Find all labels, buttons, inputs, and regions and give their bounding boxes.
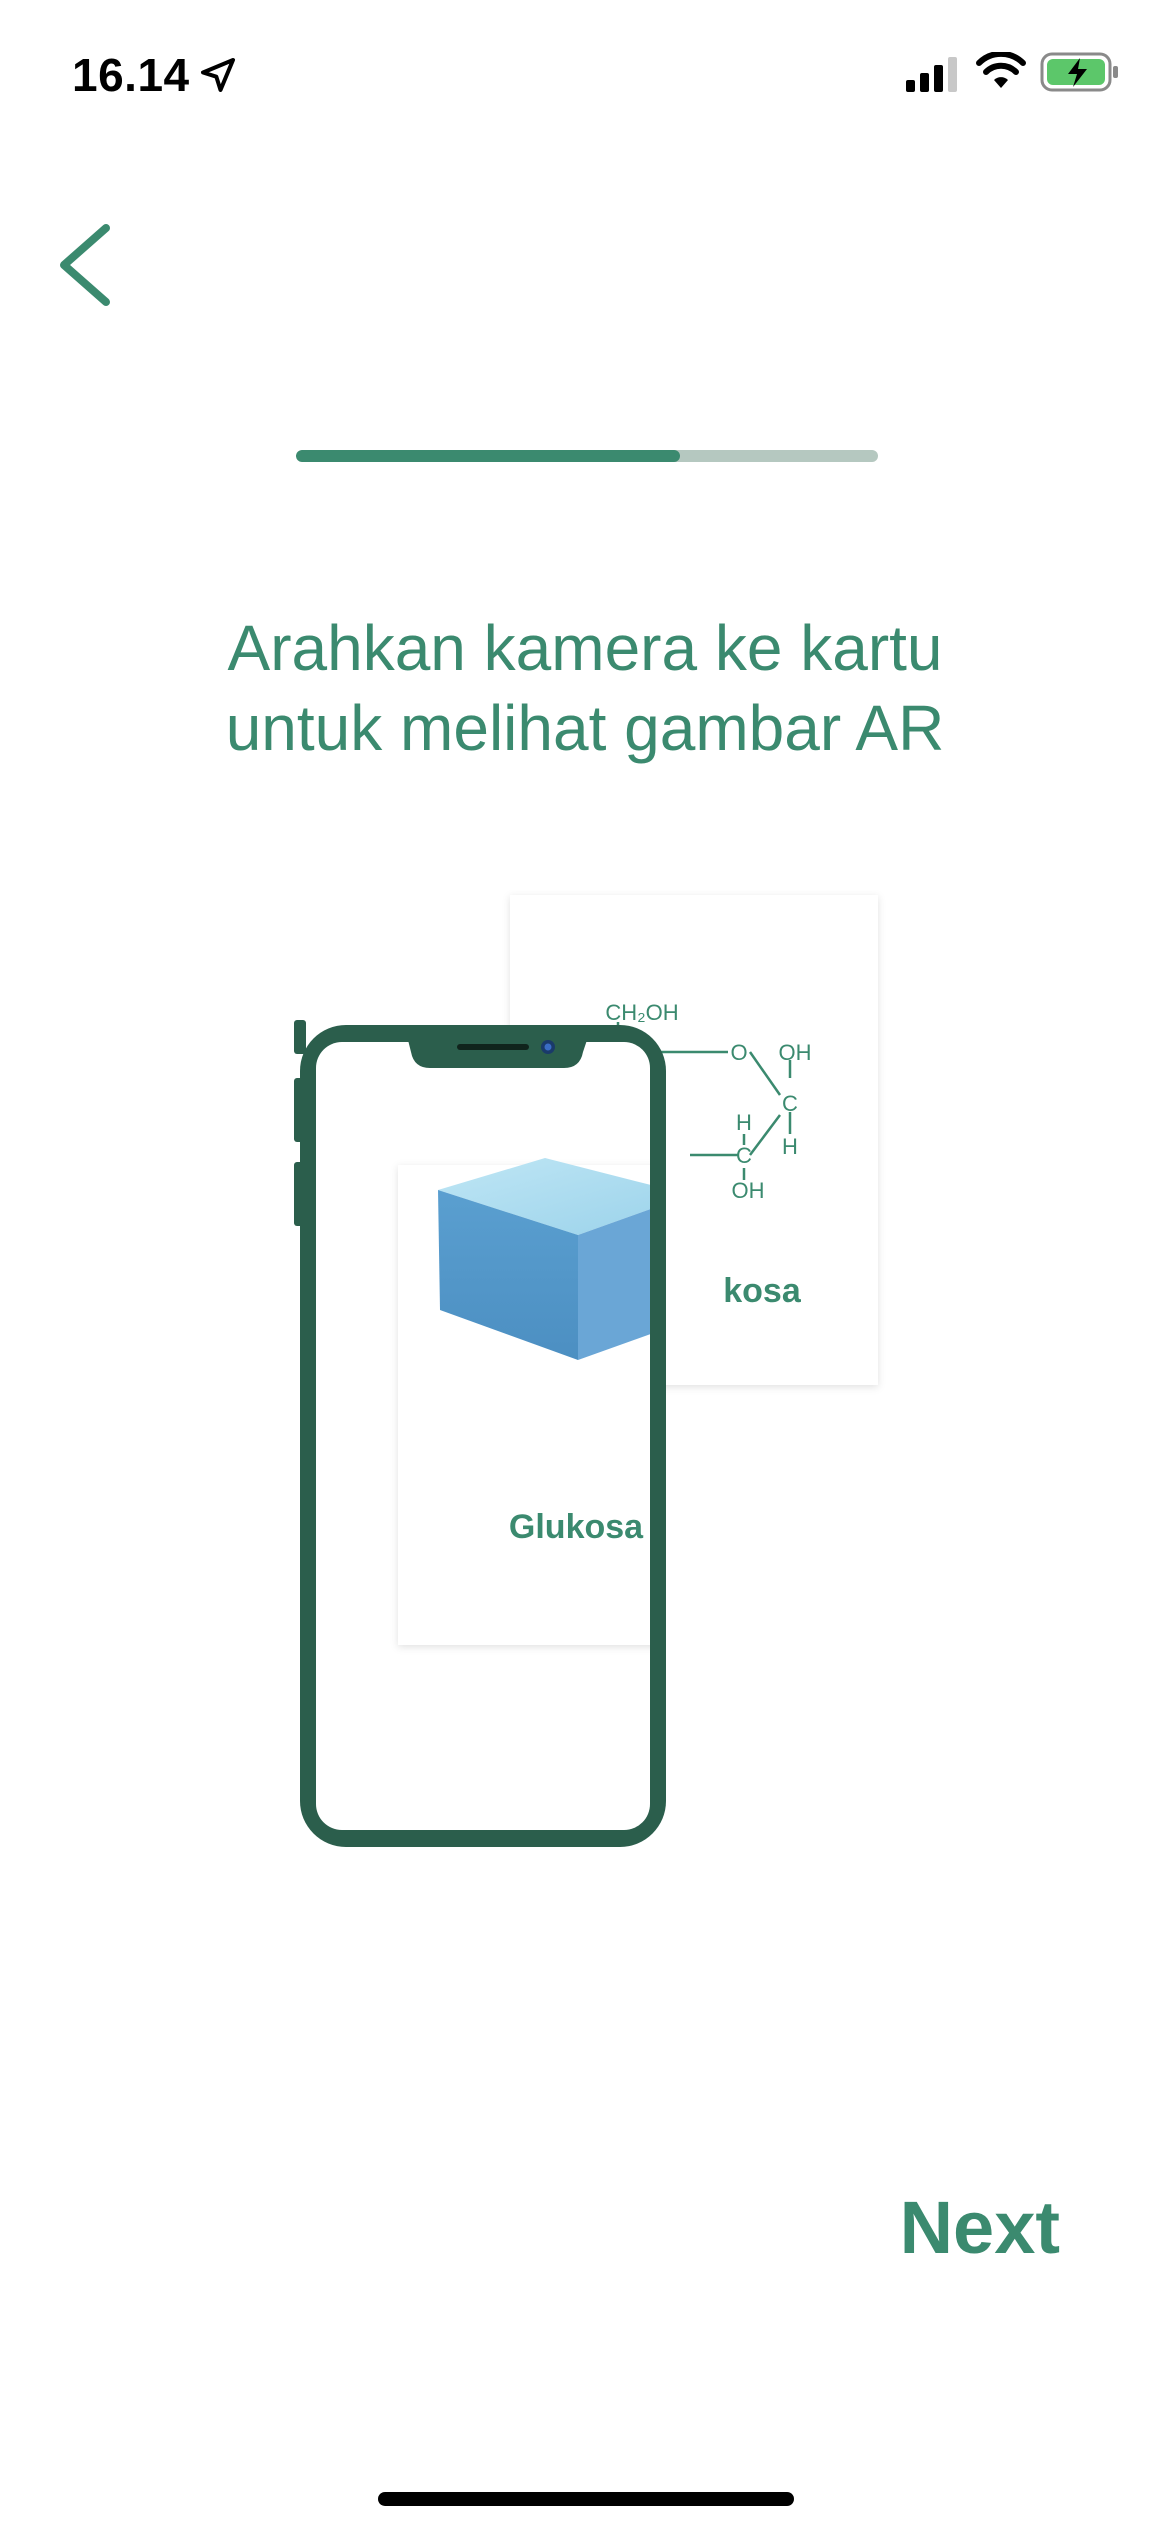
formula-c-left: C — [736, 1143, 752, 1168]
formula-h-right: H — [782, 1134, 798, 1159]
status-time: 16.14 — [72, 49, 190, 101]
progress-fill — [296, 450, 681, 462]
battery-charging-icon — [1040, 52, 1118, 92]
ar-phone-illustration: CH₂OH O OH C H H C OH kosa Glukosa — [294, 895, 878, 1847]
location-arrow-icon — [201, 58, 235, 92]
formula-o: O — [730, 1040, 747, 1065]
instruction-line-1: Arahkan kamera ke kartu — [227, 612, 943, 684]
cellular-signal-icon — [906, 57, 957, 92]
back-button[interactable] — [38, 210, 128, 320]
onboarding-progress-bar — [296, 450, 878, 462]
phone-notch — [408, 1040, 587, 1068]
front-card-name: Glukosa — [509, 1508, 644, 1546]
formula-c-right: C — [782, 1091, 798, 1116]
chevron-left-icon — [60, 224, 110, 306]
formula-h-left: H — [736, 1110, 752, 1135]
back-card-name: kosa — [723, 1272, 802, 1310]
formula-oh-right: OH — [779, 1040, 812, 1065]
formula-oh-bottom: OH — [732, 1178, 765, 1203]
home-indicator — [378, 2492, 794, 2506]
instruction-title: Arahkan kamera ke kartu untuk melihat ga… — [0, 608, 1170, 768]
wifi-icon — [976, 52, 1026, 88]
formula-ch2oh: CH₂OH — [605, 1000, 678, 1025]
instruction-line-2: untuk melihat gambar AR — [225, 692, 945, 764]
next-button[interactable]: Next — [900, 2185, 1060, 2270]
